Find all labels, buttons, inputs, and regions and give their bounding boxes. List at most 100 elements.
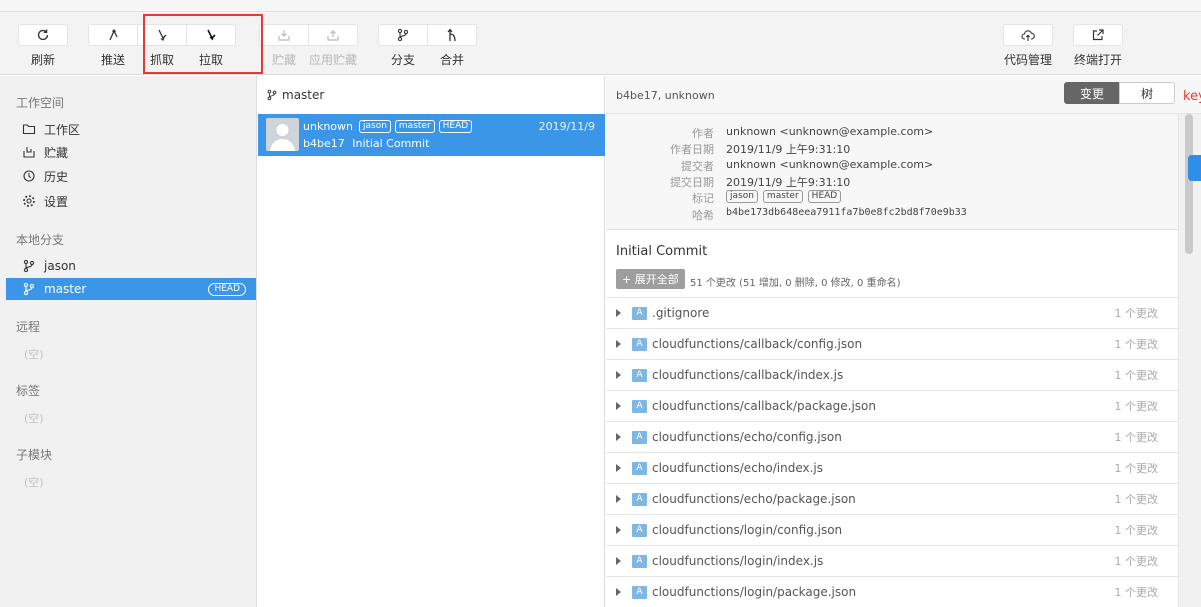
status-badge: A — [632, 461, 647, 475]
status-badge: A — [632, 523, 647, 537]
tab-changes[interactable]: 变更 — [1064, 82, 1120, 104]
terminal-open-button[interactable] — [1073, 24, 1123, 46]
branch-button[interactable] — [378, 24, 428, 46]
hash-label: 哈希 — [692, 209, 714, 222]
file-name: cloudfunctions/callback/index.js — [652, 368, 844, 382]
file-name: cloudfunctions/callback/package.json — [652, 399, 876, 413]
status-badge: A — [632, 492, 647, 506]
file-row[interactable]: Acloudfunctions/login/package.json 1 个更改 — [606, 576, 1178, 607]
refresh-button[interactable] — [18, 24, 68, 46]
apply-stash-button[interactable] — [308, 24, 358, 46]
commit-title: Initial Commit — [616, 244, 708, 259]
file-row[interactable]: A .gitignore 1 个更改 — [606, 297, 1178, 328]
sidebar-item-label: 贮藏 — [44, 145, 69, 160]
stash-group — [259, 24, 358, 46]
author-date-label: 作者日期 — [670, 143, 714, 156]
background-window-tab — [1188, 155, 1201, 181]
expand-arrow-icon[interactable] — [616, 371, 621, 379]
commit-date-value: 2019/11/9 上午9:31:10 — [726, 176, 851, 189]
code-manage-label: 代码管理 — [1003, 53, 1052, 67]
avatar — [266, 118, 299, 151]
expand-arrow-icon[interactable] — [616, 402, 621, 410]
code-manage-button[interactable] — [1003, 24, 1053, 46]
remote-title: 远程 — [16, 320, 41, 334]
status-badge: A — [632, 368, 647, 382]
commit-detail-pane: b4be17, unknown 变更 树 作者 unknown <unknown@… — [606, 76, 1201, 607]
terminal-group — [1073, 24, 1123, 46]
detail-title: b4be17, unknown — [616, 89, 715, 102]
file-name: .gitignore — [652, 306, 710, 320]
expand-arrow-icon[interactable] — [616, 340, 621, 348]
expand-arrow-icon[interactable] — [616, 495, 621, 503]
merge-label: 合并 — [439, 53, 464, 67]
stash-label: 贮藏 — [271, 53, 296, 67]
expand-arrow-icon[interactable] — [616, 526, 621, 534]
change-count: 1 个更改 — [1114, 493, 1159, 506]
meta-tag: jason — [726, 190, 758, 203]
submodules-title: 子模块 — [16, 448, 53, 462]
file-row[interactable]: Acloudfunctions/echo/package.json 1 个更改 — [606, 483, 1178, 514]
author-date-value: 2019/11/9 上午9:31:10 — [726, 143, 851, 156]
file-row[interactable]: Acloudfunctions/echo/index.js 1 个更改 — [606, 452, 1178, 483]
tags-title: 标签 — [16, 384, 41, 398]
commit-meta-panel: 作者 unknown <unknown@example.com> 作者日期 2019… — [606, 114, 1178, 230]
refresh-icon — [37, 29, 49, 41]
commit-tag: HEAD — [438, 120, 473, 133]
expand-arrow-icon[interactable] — [616, 557, 621, 565]
workspace-title: 工作空间 — [16, 96, 65, 110]
branch-group — [378, 24, 477, 46]
tags-empty: (空) — [24, 412, 44, 425]
scrollbar-thumb[interactable] — [1185, 114, 1193, 254]
stash-icon — [22, 145, 36, 159]
status-badge: A — [632, 337, 647, 351]
commit-row[interactable]: unknown jason master HEAD 2019/11/9 b4be… — [258, 114, 605, 156]
file-name: cloudfunctions/echo/package.json — [652, 492, 856, 506]
gear-icon — [22, 194, 36, 208]
author-value: unknown <unknown@example.com> — [726, 125, 934, 138]
sidebar-item-settings[interactable]: 设置 — [6, 190, 256, 212]
detail-header: b4be17, unknown 变更 树 — [606, 76, 1201, 114]
file-name: cloudfunctions/login/index.js — [652, 554, 824, 568]
history-header: master — [258, 76, 605, 114]
sidebar-item-workspace[interactable]: 工作区 — [6, 118, 256, 140]
sidebar-item-stash[interactable]: 贮藏 — [6, 141, 256, 163]
expand-arrow-icon[interactable] — [616, 464, 621, 472]
current-branch-label: master — [282, 88, 325, 102]
commit-meta: unknown jason master HEAD — [303, 120, 473, 133]
sidebar-branch-master[interactable]: master HEAD — [6, 278, 256, 300]
refresh-group — [18, 24, 68, 46]
file-row[interactable]: Acloudfunctions/login/index.js 1 个更改 — [606, 545, 1178, 576]
hash-value: b4be173db648eea7911fa7b0e8fc2bd8f70e9b33 — [726, 207, 967, 218]
external-link-icon — [1092, 29, 1104, 41]
refresh-label: 刷新 — [30, 53, 55, 67]
file-row[interactable]: Acloudfunctions/callback/config.json 1 个更… — [606, 328, 1178, 359]
push-button[interactable] — [88, 24, 138, 46]
file-row[interactable]: Acloudfunctions/callback/index.js 1 个更改 — [606, 359, 1178, 390]
scrollbar[interactable] — [1178, 114, 1201, 607]
expand-all-button[interactable]: + 展开全部 — [616, 269, 685, 289]
file-row[interactable]: Acloudfunctions/echo/config.json 1 个更改 — [606, 421, 1178, 452]
committer-label: 提交者 — [681, 160, 714, 173]
commit-date-label: 提交日期 — [670, 176, 714, 189]
merge-button[interactable] — [427, 24, 477, 46]
sidebar: 工作空间 工作区 贮藏 历史 设置 本地分支 jason master HEAD… — [0, 76, 257, 607]
change-count: 1 个更改 — [1114, 586, 1159, 599]
status-badge: A — [632, 399, 647, 413]
code-manage-group — [1003, 24, 1053, 46]
commit-author: unknown — [303, 120, 353, 133]
stash-button[interactable] — [259, 24, 309, 46]
change-count: 1 个更改 — [1114, 555, 1159, 568]
head-badge: HEAD — [208, 283, 246, 296]
sidebar-item-history[interactable]: 历史 — [6, 165, 256, 187]
merge-icon — [447, 28, 456, 42]
sidebar-branch-jason[interactable]: jason — [6, 255, 256, 277]
expand-arrow-icon[interactable] — [616, 309, 621, 317]
expand-arrow-icon[interactable] — [616, 588, 621, 596]
tab-tree[interactable]: 树 — [1119, 82, 1175, 104]
expand-arrow-icon[interactable] — [616, 433, 621, 441]
file-name: cloudfunctions/callback/config.json — [652, 337, 863, 351]
file-row[interactable]: Acloudfunctions/login/config.json 1 个更改 — [606, 514, 1178, 545]
cloud-icon — [1021, 30, 1035, 41]
file-row[interactable]: Acloudfunctions/callback/package.json 1 个… — [606, 390, 1178, 421]
submodules-empty: (空) — [24, 476, 44, 489]
